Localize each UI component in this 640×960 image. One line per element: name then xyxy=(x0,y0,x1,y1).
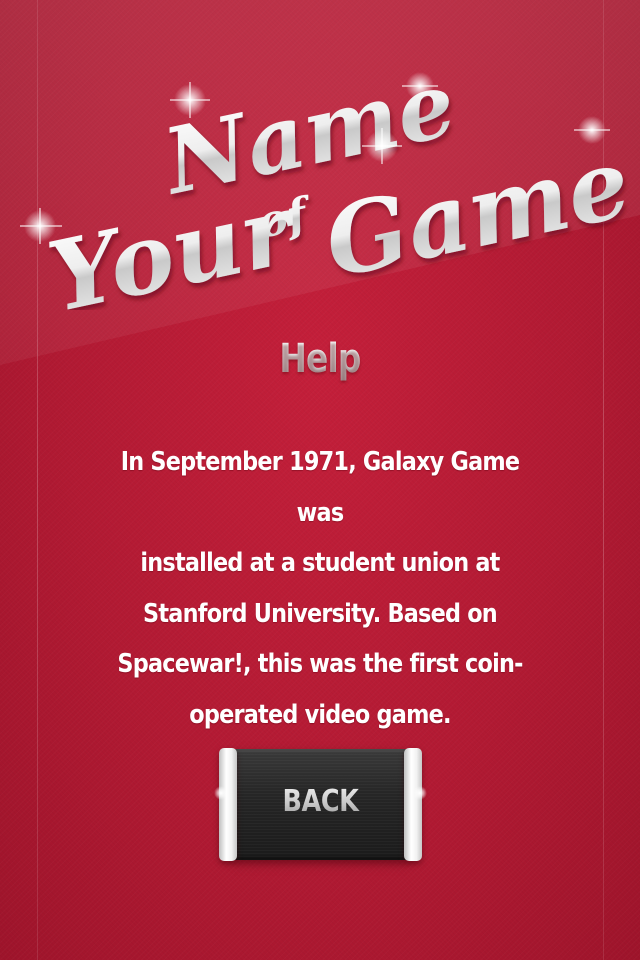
help-line: Stanford University. Based on xyxy=(143,598,498,629)
back-button-label: BACK xyxy=(234,784,407,819)
help-line: Spacewar!, this was the first coin- xyxy=(117,649,523,679)
help-line: operated video game. xyxy=(189,699,451,730)
help-line: installed at a student union at xyxy=(140,548,500,578)
help-body-text: In September 1971, Galaxy Game was insta… xyxy=(96,437,543,740)
back-button[interactable]: BACK xyxy=(214,748,427,861)
game-logo: Name of Your Game xyxy=(20,51,630,310)
help-line: In September 1971, Galaxy Game was xyxy=(120,447,520,528)
help-screen: Name of Your Game Help In September 1971… xyxy=(0,0,640,960)
help-title: Help xyxy=(58,336,583,382)
